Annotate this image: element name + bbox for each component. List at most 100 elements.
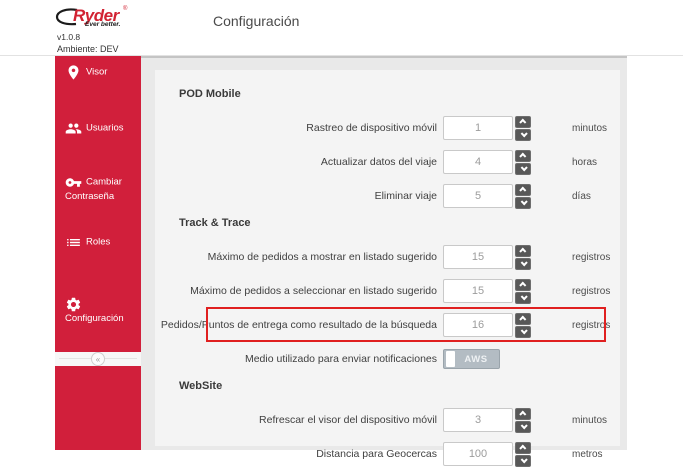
increment-button[interactable] bbox=[515, 150, 531, 162]
spinner bbox=[515, 279, 531, 304]
chevron-down-icon bbox=[520, 456, 527, 463]
chevron-down-icon bbox=[520, 422, 527, 429]
section-rows: Refrescar el visor del dispositivo móvil… bbox=[155, 407, 620, 467]
settings-section: Track & Trace Máximo de pedidos a mostra… bbox=[155, 217, 620, 372]
setting-row: Medio utilizado para enviar notificacion… bbox=[155, 346, 620, 372]
decrement-button[interactable] bbox=[515, 129, 531, 141]
sidebar-collapse-strip: « bbox=[55, 352, 141, 366]
increment-button[interactable] bbox=[515, 408, 531, 420]
increment-button[interactable] bbox=[515, 116, 531, 128]
sidebar-item-configuracion[interactable]: Configuración bbox=[55, 296, 141, 326]
number-input[interactable] bbox=[443, 408, 513, 432]
increment-button[interactable] bbox=[515, 279, 531, 291]
number-input[interactable] bbox=[443, 313, 513, 337]
number-input[interactable] bbox=[443, 150, 513, 174]
setting-row: Distancia para Geocercas metros bbox=[155, 441, 620, 467]
setting-control bbox=[443, 184, 535, 209]
location-pin-icon bbox=[65, 64, 82, 81]
sidebar-item-roles[interactable]: Roles bbox=[55, 234, 141, 251]
increment-button[interactable] bbox=[515, 245, 531, 257]
key-icon bbox=[65, 174, 82, 191]
toggle-knob bbox=[446, 351, 455, 367]
sidebar-item-visor[interactable]: Visor bbox=[55, 64, 141, 81]
setting-control bbox=[443, 313, 535, 338]
settings-section: WebSite Refrescar el visor del dispositi… bbox=[155, 380, 620, 467]
content-area: POD Mobile Rastreo de dispositivo móvil … bbox=[141, 56, 627, 450]
decrement-button[interactable] bbox=[515, 163, 531, 175]
brand-trademark: ® bbox=[123, 6, 127, 12]
number-input[interactable] bbox=[443, 442, 513, 466]
spinner bbox=[515, 150, 531, 175]
sidebar-item-label: Roles bbox=[86, 237, 110, 248]
setting-label: Medio utilizado para enviar notificacion… bbox=[155, 353, 437, 365]
ryder-logo: Ryder ® Ever better. v1.0.8 Ambiente: DE… bbox=[57, 6, 145, 28]
spinner bbox=[515, 116, 531, 141]
setting-row: Eliminar viaje días bbox=[155, 183, 620, 209]
setting-unit: días bbox=[572, 191, 591, 202]
chevron-up-icon bbox=[519, 445, 526, 452]
setting-control: AWS bbox=[443, 349, 535, 369]
sidebar-item-label: Usuarios bbox=[86, 123, 124, 134]
number-input[interactable] bbox=[443, 279, 513, 303]
settings-card: POD Mobile Rastreo de dispositivo móvil … bbox=[155, 70, 620, 446]
sidebar-collapse-button[interactable]: « bbox=[91, 352, 105, 366]
gear-icon bbox=[65, 296, 82, 313]
setting-label: Máximo de pedidos a seleccionar en lista… bbox=[155, 285, 437, 297]
spinner bbox=[515, 245, 531, 270]
decrement-button[interactable] bbox=[515, 292, 531, 304]
chevron-up-icon bbox=[519, 248, 526, 255]
sidebar-item-label: Visor bbox=[86, 67, 107, 78]
sidebar-item-cambiar-contrasena[interactable]: Cambiar Contraseña bbox=[55, 174, 141, 204]
app-header: Ryder ® Ever better. v1.0.8 Ambiente: DE… bbox=[0, 0, 683, 56]
section-title: WebSite bbox=[179, 380, 620, 392]
setting-unit: registros bbox=[572, 252, 610, 263]
increment-button[interactable] bbox=[515, 184, 531, 196]
chevron-up-icon bbox=[519, 411, 526, 418]
setting-control bbox=[443, 279, 535, 304]
increment-button[interactable] bbox=[515, 313, 531, 325]
chevron-up-icon bbox=[519, 282, 526, 289]
setting-label: Máximo de pedidos a mostrar en listado s… bbox=[155, 251, 437, 263]
setting-unit: registros bbox=[572, 286, 610, 297]
chevron-down-icon bbox=[520, 130, 527, 137]
settings-sections: POD Mobile Rastreo de dispositivo móvil … bbox=[155, 88, 620, 467]
decrement-button[interactable] bbox=[515, 455, 531, 467]
spinner bbox=[515, 408, 531, 433]
chevron-up-icon bbox=[519, 153, 526, 160]
page-title: Configuración bbox=[213, 13, 299, 29]
decrement-button[interactable] bbox=[515, 197, 531, 209]
setting-control bbox=[443, 245, 535, 270]
setting-unit: minutos bbox=[572, 415, 607, 426]
setting-unit: metros bbox=[572, 449, 603, 460]
decrement-button[interactable] bbox=[515, 326, 531, 338]
list-icon bbox=[65, 234, 82, 251]
sidebar-item-usuarios[interactable]: Usuarios bbox=[55, 120, 141, 137]
settings-section: POD Mobile Rastreo de dispositivo móvil … bbox=[155, 88, 620, 209]
setting-row: Pedidos/Puntos de entrega como resultado… bbox=[155, 312, 620, 338]
brand-tagline: Ever better. bbox=[85, 21, 120, 28]
setting-row: Refrescar el visor del dispositivo móvil… bbox=[155, 407, 620, 433]
chevron-up-icon bbox=[519, 119, 526, 126]
section-rows: Máximo de pedidos a mostrar en listado s… bbox=[155, 244, 620, 372]
decrement-button[interactable] bbox=[515, 421, 531, 433]
setting-label: Refrescar el visor del dispositivo móvil bbox=[155, 414, 437, 426]
increment-button[interactable] bbox=[515, 442, 531, 454]
number-input[interactable] bbox=[443, 245, 513, 269]
setting-control bbox=[443, 408, 535, 433]
section-rows: Rastreo de dispositivo móvil minutos Act… bbox=[155, 115, 620, 209]
setting-unit: minutos bbox=[572, 123, 607, 134]
section-title: POD Mobile bbox=[179, 88, 620, 100]
number-input[interactable] bbox=[443, 116, 513, 140]
setting-row: Máximo de pedidos a mostrar en listado s… bbox=[155, 244, 620, 270]
number-input[interactable] bbox=[443, 184, 513, 208]
spinner bbox=[515, 313, 531, 338]
setting-row: Rastreo de dispositivo móvil minutos bbox=[155, 115, 620, 141]
setting-label: Rastreo de dispositivo móvil bbox=[155, 122, 437, 134]
setting-label: Pedidos/Puntos de entrega como resultado… bbox=[155, 319, 437, 331]
sidebar-item-label: Configuración bbox=[65, 313, 124, 324]
chevron-up-icon bbox=[519, 316, 526, 323]
setting-unit: registros bbox=[572, 320, 610, 331]
notification-medium-toggle[interactable]: AWS bbox=[443, 349, 500, 369]
decrement-button[interactable] bbox=[515, 258, 531, 270]
sidebar: Visor Usuarios Cambiar Contraseña Roles Conf… bbox=[55, 56, 141, 450]
